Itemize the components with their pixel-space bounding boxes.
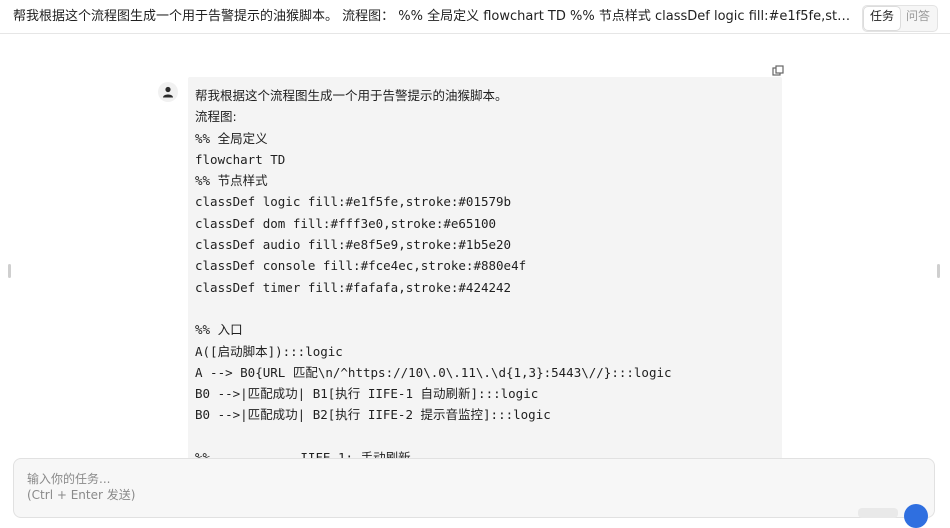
message-line: classDef audio fill:#e8f5e9,stroke:#1b5e… — [195, 237, 512, 253]
mode-switch: 任务 问答 — [861, 5, 938, 32]
input-hint: (Ctrl + Enter 发送) — [27, 488, 136, 502]
send-button[interactable] — [904, 504, 928, 528]
message-line — [195, 298, 776, 319]
task-input[interactable]: 输入你的任务... (Ctrl + Enter 发送) — [13, 458, 935, 518]
message-line: flowchart TD — [195, 151, 286, 167]
message-line: A([启动脚本]):::logic — [195, 343, 343, 359]
message-line: classDef logic fill:#e1f5fe,stroke:#0157… — [195, 194, 512, 210]
message-line: classDef console fill:#fce4ec,stroke:#88… — [195, 258, 527, 274]
user-avatar — [158, 82, 178, 102]
left-resize-handle[interactable] — [8, 264, 11, 278]
message-line: B0 -->|匹配成功| B1[执行 IIFE-1 自动刷新]:::logic — [195, 386, 539, 402]
copy-icon[interactable] — [772, 62, 784, 76]
message-line: 流程图: — [195, 109, 237, 125]
message-content: 帮我根据这个流程图生成一个用于告警提示的油猴脚本。 流程图: %% 全局定义 f… — [195, 85, 776, 461]
message-line — [195, 426, 776, 447]
input-placeholder: 输入你的任务... — [27, 472, 111, 486]
message-line: B0 -->|匹配成功| B2[执行 IIFE-2 提示音监控]:::logic — [195, 407, 551, 423]
message-line: %% 入口 — [195, 322, 243, 338]
user-icon — [163, 86, 173, 98]
message-line: A --> B0{URL 匹配\n/^https://10\.0\.11\.\d… — [195, 364, 672, 380]
message-line: classDef dom fill:#fff3e0,stroke:#e65100 — [195, 215, 497, 231]
top-bar: 帮我根据这个流程图生成一个用于告警提示的油猴脚本。 流程图： %% 全局定义 f… — [0, 0, 950, 34]
message-line: classDef timer fill:#fafafa,stroke:#4242… — [195, 279, 512, 295]
attach-button[interactable] — [858, 508, 898, 518]
right-resize-handle[interactable] — [937, 264, 940, 278]
user-message-bubble: 帮我根据这个流程图生成一个用于告警提示的油猴脚本。 流程图: %% 全局定义 f… — [188, 77, 782, 461]
tab-task[interactable]: 任务 — [863, 7, 900, 30]
tab-qa[interactable]: 问答 — [900, 7, 936, 30]
message-line: 帮我根据这个流程图生成一个用于告警提示的油猴脚本。 — [195, 88, 508, 103]
message-line: %% 全局定义 — [195, 130, 268, 146]
conversation-title: 帮我根据这个流程图生成一个用于告警提示的油猴脚本。 流程图： %% 全局定义 f… — [13, 9, 853, 24]
message-line: %% 节点样式 — [195, 173, 268, 189]
